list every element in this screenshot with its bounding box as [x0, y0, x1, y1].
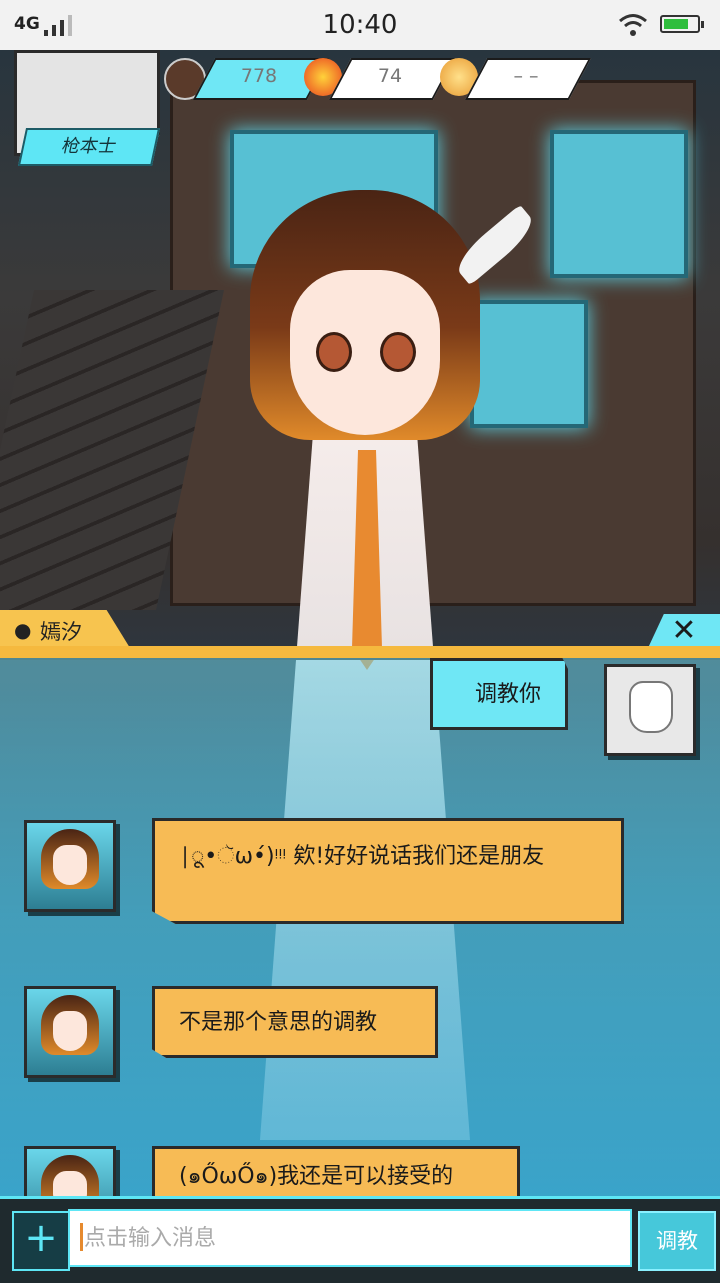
user-message-bubble: 调教你 [430, 658, 568, 730]
text-cursor [80, 1223, 83, 1251]
message-input[interactable] [68, 1209, 632, 1267]
close-chat-button[interactable]: ✕ [648, 614, 720, 648]
player-name: 枪本士 [17, 128, 161, 166]
plus-button[interactable]: + [12, 1211, 70, 1271]
battery-icon [660, 15, 704, 33]
status-bar: 4G 10:40 [0, 0, 720, 50]
character-avatar[interactable] [24, 820, 116, 912]
stat-energy: 74 [304, 56, 456, 100]
character-icon: ● [14, 618, 32, 642]
clock: 10:40 [322, 10, 398, 40]
stat-affinity: 778 [164, 56, 330, 100]
user-avatar[interactable] [604, 664, 696, 756]
stat-wing: – – [440, 56, 592, 100]
character-message-bubble: 不是那个意思的调教 [152, 986, 438, 1058]
character-name: 嫣汐 [40, 620, 82, 644]
character-message-bubble: |ू•ૅω•́)ᵎᵎᵎ 欸!好好说话我们还是朋友 [152, 818, 624, 924]
character-avatar[interactable] [24, 986, 116, 1078]
plus-icon: + [24, 1215, 58, 1261]
message-input-bar: + 调教 [0, 1196, 720, 1283]
background-monitor [550, 130, 688, 278]
send-button[interactable]: 调教 [638, 1211, 716, 1271]
wifi-icon [619, 14, 647, 36]
chat-messages[interactable]: 调教你 |ू•ૅω•́)ᵎᵎᵎ 欸!好好说话我们还是朋友 不是那个意思的调教 (… [0, 658, 720, 1238]
character-name-tab: ● 嫣汐 [0, 610, 130, 648]
game-scene: 枪本士 778 74 – – ● 嫣汐 ✕ 调教你 |ू•ૅω•́)ᵎᵎᵎ 欸!… [0, 50, 720, 1280]
